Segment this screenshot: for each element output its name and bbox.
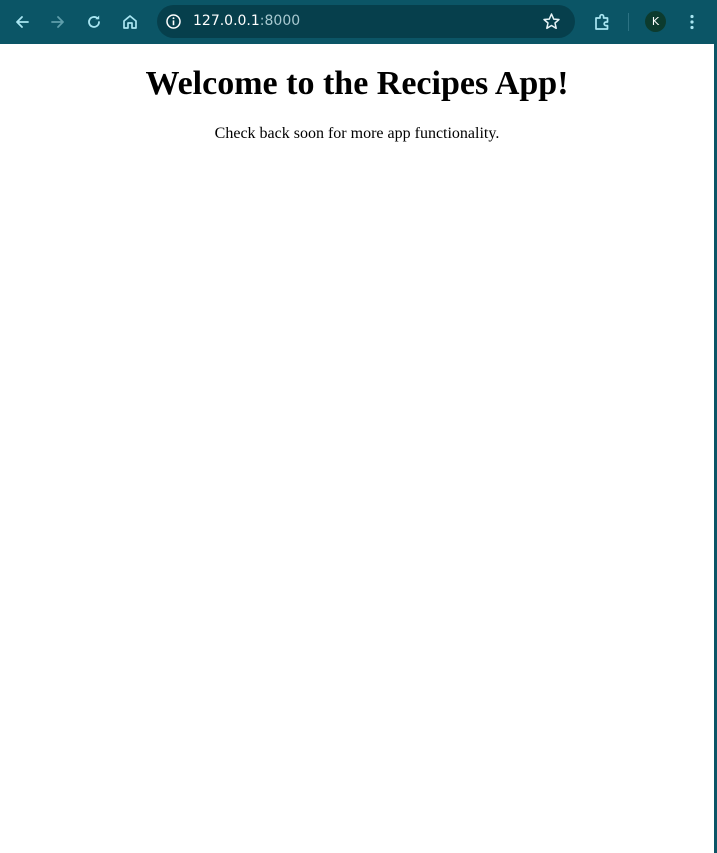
extensions-button[interactable] xyxy=(590,10,614,34)
page-message: Check back soon for more app functionali… xyxy=(214,125,500,142)
browser-window: 127.0.0.1:8000 K Welcome to the Recipes … xyxy=(0,0,717,853)
back-button[interactable] xyxy=(10,10,34,34)
reload-icon xyxy=(88,15,100,28)
star-icon[interactable] xyxy=(541,11,562,32)
puzzle-icon xyxy=(595,13,609,30)
reload-button[interactable] xyxy=(82,10,106,34)
browser-toolbar: 127.0.0.1:8000 K xyxy=(0,0,717,44)
url-host: 127.0.0.1 xyxy=(193,13,260,29)
page-title: Welcome to the Recipes App! xyxy=(145,65,569,102)
page-content: Welcome to the Recipes App! Check back s… xyxy=(0,44,714,853)
url-port: :8000 xyxy=(259,13,301,29)
browser-menu-button[interactable] xyxy=(680,10,704,34)
toolbar-divider xyxy=(628,13,629,31)
url-text[interactable]: 127.0.0.1:8000 xyxy=(193,5,300,38)
profile-avatar[interactable]: K xyxy=(645,11,666,32)
arrow-left-icon xyxy=(16,16,29,28)
forward-button[interactable] xyxy=(46,10,70,34)
home-icon xyxy=(123,15,137,29)
home-button[interactable] xyxy=(118,10,142,34)
info-icon[interactable] xyxy=(165,13,182,30)
address-bar[interactable]: 127.0.0.1:8000 xyxy=(157,5,575,38)
arrow-right-icon xyxy=(51,16,64,28)
kebab-menu-icon xyxy=(690,14,694,30)
